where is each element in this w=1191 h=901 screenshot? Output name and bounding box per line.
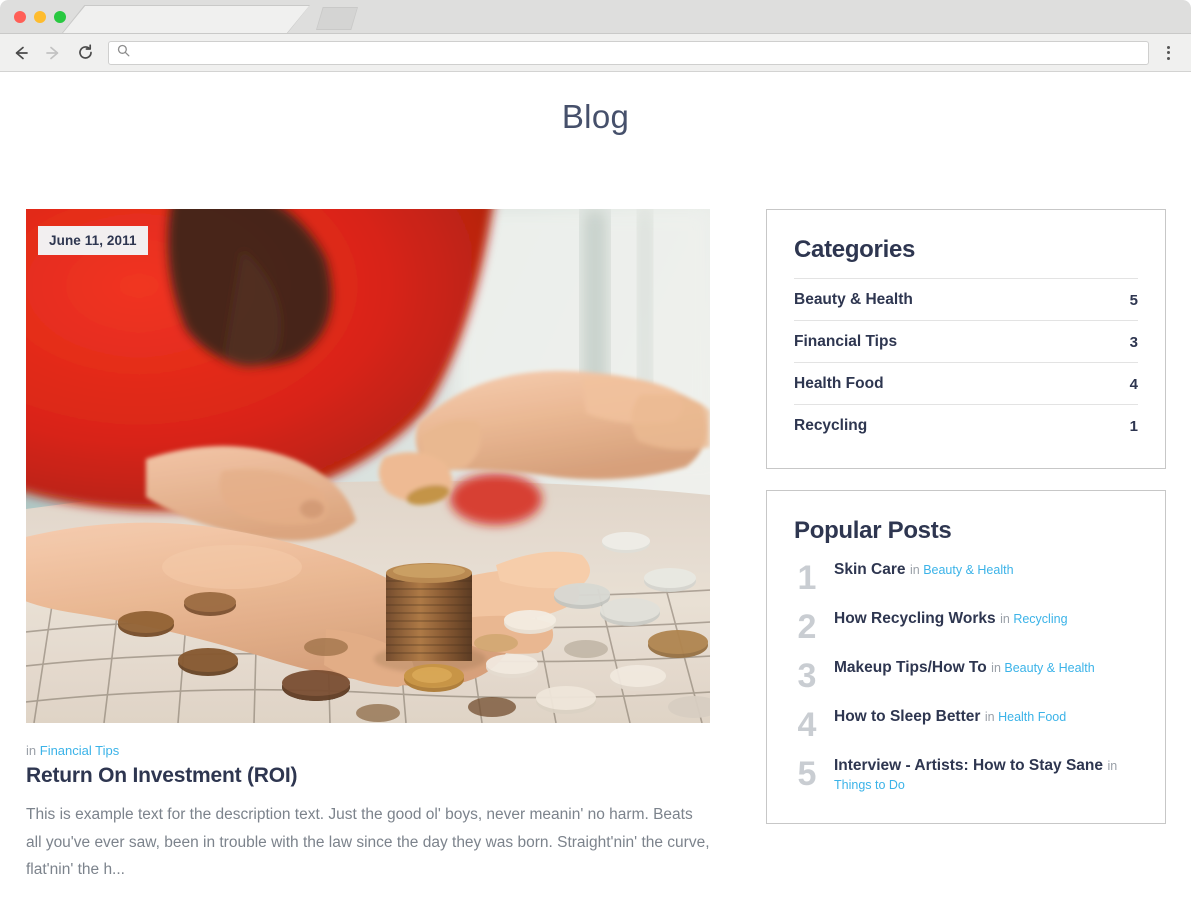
category-label: Beauty & Health [794,291,913,308]
post-meta-in-label: in [26,743,37,758]
popular-post-in-label: in [991,661,1001,675]
popular-post-title[interactable]: Skin Care [834,561,906,578]
zoom-window-button[interactable] [54,11,66,23]
popular-post-title[interactable]: Makeup Tips/How To [834,659,987,676]
popular-post-rank: 5 [797,755,817,793]
popular-post-category-link[interactable]: Recycling [1013,612,1067,626]
post-category-link[interactable]: Financial Tips [40,743,119,758]
popular-post-in-label: in [909,563,920,577]
browser-window: Blog June 11, 2011 in Financial Tips Ret… [0,0,1191,901]
popular-post-body: Skin Care in Beauty & Health [834,559,1138,580]
post-title[interactable]: Return On Investment (ROI) [26,764,710,788]
post-featured-image[interactable]: June 11, 2011 [26,209,710,723]
page-title: Blog [561,98,630,135]
popular-post-body: How Recycling Works in Recycling [834,608,1138,629]
minimize-window-button[interactable] [34,11,46,23]
popular-post-in-label: in [1000,612,1010,626]
popular-post-category-link[interactable]: Beauty & Health [1004,661,1094,675]
popular-post-body: How to Sleep Better in Health Food [834,706,1138,727]
popular-post-meta: in Beauty & Health [991,661,1095,675]
popular-post-title[interactable]: How to Sleep Better [834,708,980,725]
popular-post-category-link[interactable]: Beauty & Health [923,563,1013,577]
page-layout: June 11, 2011 in Financial Tips Return O… [0,209,1191,884]
menu-dot-icon [1166,51,1170,54]
popular-posts-card: Popular Posts 1 Skin Care in Beauty & He… [766,490,1166,824]
category-row[interactable]: Beauty & Health 5 [794,278,1138,320]
popular-post-rank: 4 [797,706,817,744]
post-excerpt: This is example text for the description… [26,806,710,879]
traffic-lights [14,11,66,23]
post-date-badge: June 11, 2011 [38,226,148,255]
popular-post-body: Makeup Tips/How To in Beauty & Health [834,657,1138,678]
coins-photo [26,209,710,723]
popular-post-meta: in Health Food [985,710,1066,724]
categories-list: Beauty & Health 5 Financial Tips 3 Healt… [794,278,1138,446]
category-label: Recycling [794,417,868,434]
categories-card: Categories Beauty & Health 5 Financial T… [766,209,1166,469]
page-viewport: Blog June 11, 2011 in Financial Tips Ret… [0,72,1191,900]
search-icon [117,44,130,62]
popular-post-category-link[interactable]: Health Food [998,710,1066,724]
popular-post-rank: 3 [797,657,817,695]
category-count: 3 [1129,333,1138,351]
browser-menu-button[interactable] [1155,38,1181,68]
popular-post-item[interactable]: 1 Skin Care in Beauty & Health [794,553,1138,602]
popular-post-rank: 2 [797,608,817,646]
popular-post-title[interactable]: Interview - Artists: How to Stay Sane [834,757,1103,774]
popular-post-rank: 1 [797,559,817,597]
popular-post-meta: in Recycling [1000,612,1067,626]
categories-title: Categories [794,236,916,263]
category-label: Financial Tips [794,333,898,350]
popular-posts-list: 1 Skin Care in Beauty & Health 2 How Rec… [794,553,1138,801]
popular-post-item[interactable]: 2 How Recycling Works in Recycling [794,602,1138,651]
reload-button[interactable] [70,38,100,68]
category-row[interactable]: Recycling 1 [794,404,1138,446]
popular-post-item[interactable]: 5 Interview - Artists: How to Stay Sane … [794,749,1138,801]
menu-dot-icon [1166,56,1170,60]
forward-button [38,38,68,68]
main-content-column: June 11, 2011 in Financial Tips Return O… [26,209,710,884]
popular-post-item[interactable]: 3 Makeup Tips/How To in Beauty & Health [794,651,1138,700]
tab-strip [0,0,1191,34]
popular-post-category-link[interactable]: Things to Do [834,778,905,792]
popular-posts-title: Popular Posts [794,517,952,544]
close-window-button[interactable] [14,11,26,23]
popular-post-in-label: in [984,710,995,724]
sidebar: Categories Beauty & Health 5 Financial T… [766,209,1166,824]
category-count: 5 [1129,291,1138,309]
browser-tab[interactable] [63,6,309,33]
category-row[interactable]: Financial Tips 3 [794,320,1138,362]
category-row[interactable]: Health Food 4 [794,362,1138,404]
category-count: 4 [1129,375,1138,393]
new-tab-button[interactable] [317,8,357,29]
address-bar[interactable] [108,40,1149,65]
post-category-meta: in Financial Tips [26,743,710,758]
popular-post-meta: in Beauty & Health [910,563,1014,577]
back-button[interactable] [6,38,36,68]
category-count: 1 [1129,417,1138,435]
browser-toolbar [0,34,1191,72]
popular-post-in-label: in [1107,759,1118,773]
popular-post-title[interactable]: How Recycling Works [834,610,996,627]
popular-post-item[interactable]: 4 How to Sleep Better in Health Food [794,700,1138,749]
popular-post-body: Interview - Artists: How to Stay Sane in… [834,755,1138,794]
menu-dot-icon [1166,45,1170,49]
category-label: Health Food [794,375,884,392]
